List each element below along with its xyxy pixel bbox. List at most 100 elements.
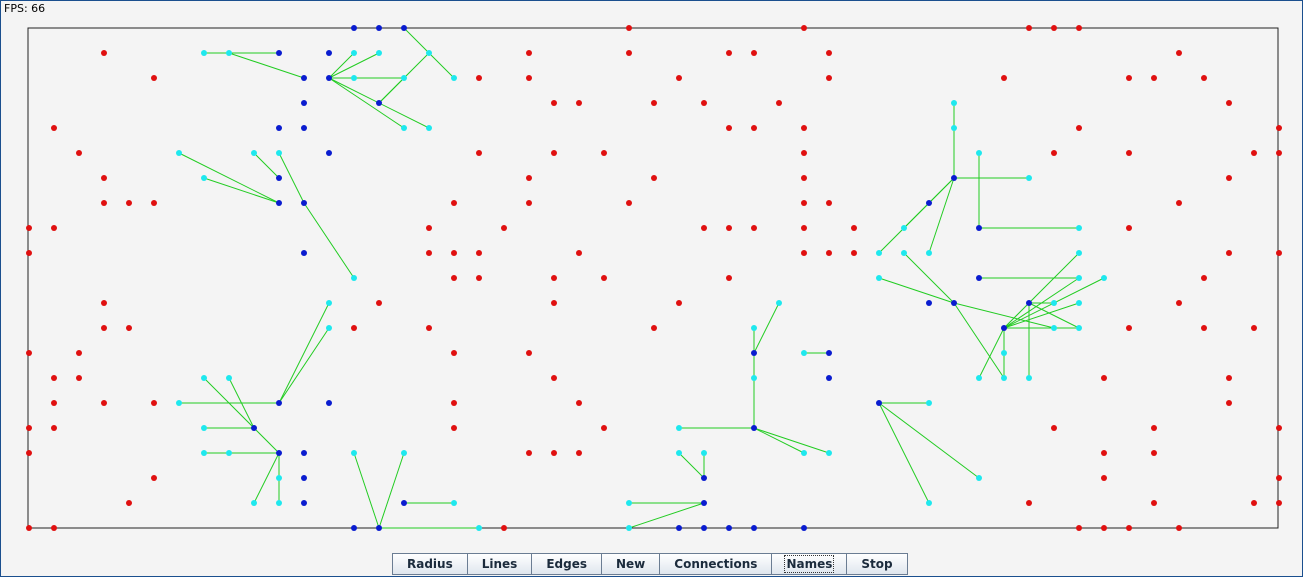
radius-button[interactable]: Radius [392,553,468,575]
stop-button[interactable]: Stop [846,553,908,575]
connection-line [353,452,380,529]
red-node [1051,425,1057,431]
cyan-node [1051,300,1057,306]
cyan-node [351,50,357,56]
cyan-node [276,500,282,506]
cyan-node [176,400,182,406]
red-node [676,75,682,81]
cyan-node [626,500,632,506]
connection-line [903,252,955,304]
red-node [501,225,507,231]
red-node [476,75,482,81]
cyan-node [1051,325,1057,331]
red-node [101,300,107,306]
red-node [526,350,532,356]
blue-node [1026,300,1032,306]
cyan-node [226,50,232,56]
cyan-node [926,400,932,406]
cyan-node [201,375,207,381]
red-node [1126,225,1132,231]
red-node [1151,75,1157,81]
red-node [26,350,32,356]
red-node [101,50,107,56]
new-button[interactable]: New [601,553,661,575]
connection-line [178,152,280,204]
connections-button[interactable]: Connections [659,553,773,575]
cyan-node [401,450,407,456]
cyan-node [676,450,682,456]
red-node [1001,75,1007,81]
red-node [1076,25,1082,31]
red-node [76,375,82,381]
blue-node [301,450,307,456]
connection-line [378,452,405,529]
cyan-node [251,150,257,156]
connection-line [953,302,1005,379]
cyan-node [976,150,982,156]
red-node [151,475,157,481]
toolbar: Radius Lines Edges New Connections Names… [392,553,908,575]
blue-node [301,100,307,106]
blue-node [276,125,282,131]
red-node [826,250,832,256]
cyan-node [451,500,457,506]
connection-line [878,177,955,254]
blue-node [826,375,832,381]
blue-node [351,525,357,531]
cyan-node [426,125,432,131]
cyan-node [976,375,982,381]
red-node [826,200,832,206]
cyan-node [1001,375,1007,381]
cyan-node [276,150,282,156]
names-button[interactable]: Names [771,553,848,575]
blue-node [976,225,982,231]
red-node [726,50,732,56]
red-node [551,300,557,306]
edges-button[interactable]: Edges [531,553,602,575]
cyan-node [676,425,682,431]
red-node [1026,25,1032,31]
red-node [101,175,107,181]
red-node [551,275,557,281]
cyan-node [901,225,907,231]
red-node [51,375,57,381]
red-node [26,250,32,256]
red-node [451,275,457,281]
red-node [651,100,657,106]
cyan-node [226,375,232,381]
simulation-canvas[interactable] [1,1,1302,551]
lines-button[interactable]: Lines [466,553,533,575]
blue-node [351,25,357,31]
cyan-node [326,325,332,331]
blue-node [326,150,332,156]
red-node [1126,150,1132,156]
red-node [101,200,107,206]
connection-line [253,152,280,179]
red-node [551,150,557,156]
red-node [1251,500,1257,506]
blue-node [301,75,307,81]
red-node [651,325,657,331]
red-node [526,50,532,56]
blue-node [1001,325,1007,331]
connection-line [303,202,355,279]
red-node [1126,325,1132,331]
blue-node [276,400,282,406]
cyan-node [201,425,207,431]
red-node [1226,400,1232,406]
red-node [151,400,157,406]
red-node [451,400,457,406]
blue-node [301,475,307,481]
red-node [1201,325,1207,331]
connection-line [228,52,305,79]
red-node [451,200,457,206]
blue-node [826,350,832,356]
red-node [751,225,757,231]
connection-line [1028,302,1080,329]
connection-line [203,377,280,454]
blue-node [801,525,807,531]
red-node [1101,525,1107,531]
red-node [726,125,732,131]
connection-line [253,452,280,504]
blue-node [951,175,957,181]
